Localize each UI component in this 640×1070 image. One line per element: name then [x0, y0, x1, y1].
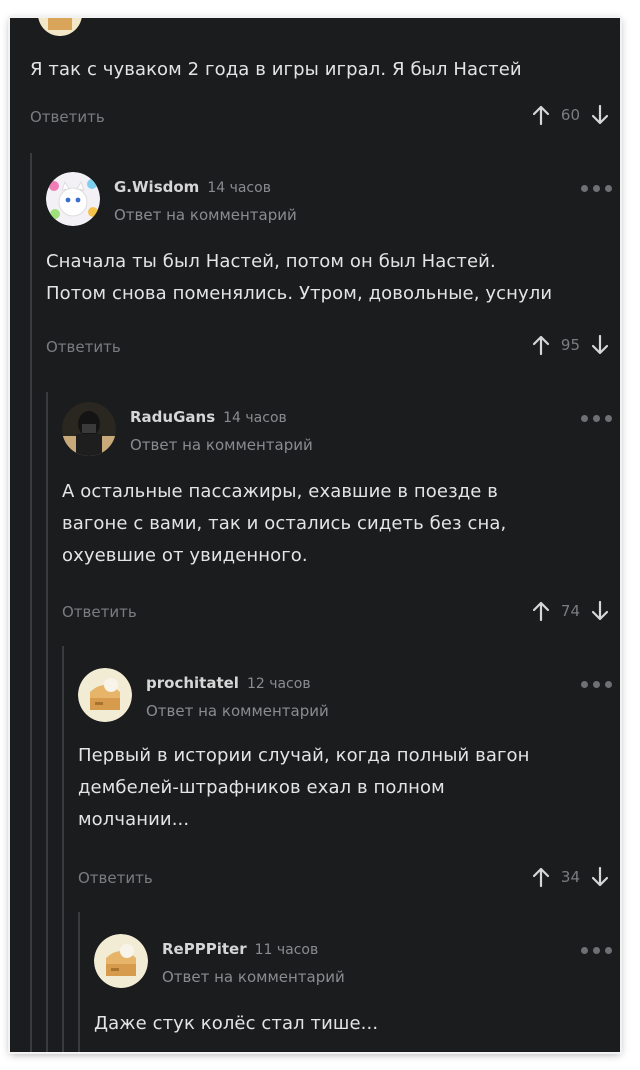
comment-text: Первый в истории случай, когда полный ва…	[78, 745, 530, 830]
vote-controls: 34	[529, 865, 612, 889]
comment-thread: Я так с чуваком 2 года в игры играл. Я б…	[10, 18, 620, 1052]
avatar[interactable]	[62, 402, 116, 456]
vote-count: 60	[560, 106, 580, 124]
reply-button[interactable]: Ответить	[30, 108, 105, 126]
downvote-icon[interactable]	[588, 865, 612, 889]
vote-controls: 95	[529, 333, 612, 357]
avatar[interactable]	[94, 934, 148, 988]
author-name[interactable]: RaduGans 14 часов	[130, 408, 287, 426]
author-name[interactable]: RePPPiter 11 часов	[162, 940, 318, 958]
upvote-icon[interactable]	[529, 103, 553, 127]
upvote-icon[interactable]	[529, 865, 553, 889]
more-options-icon[interactable]	[581, 415, 612, 422]
thread-line	[78, 912, 80, 1052]
more-options-icon[interactable]	[581, 185, 612, 192]
avatar[interactable]	[46, 172, 100, 226]
comment-text: Я так с чуваком 2 года в игры играл. Я б…	[30, 59, 522, 80]
vote-count: 34	[560, 868, 580, 886]
downvote-icon[interactable]	[588, 103, 612, 127]
reply-context[interactable]: Ответ на комментарий	[114, 206, 297, 224]
reply-button[interactable]: Ответить	[62, 603, 137, 621]
thread-line	[62, 646, 64, 1052]
thread-line	[30, 153, 32, 1052]
comment-time: 14 часов	[223, 410, 287, 426]
reply-context[interactable]: Ответ на комментарий	[130, 436, 313, 454]
author-name[interactable]: G.Wisdom 14 часов	[114, 178, 271, 196]
reply-button[interactable]: Ответить	[46, 338, 121, 356]
thread-line	[46, 392, 48, 1052]
more-options-icon[interactable]	[581, 947, 612, 954]
reply-context[interactable]: Ответ на комментарий	[162, 968, 345, 986]
vote-controls: 60	[529, 103, 612, 127]
vote-count: 74	[560, 602, 580, 620]
comment-time: 14 часов	[207, 180, 271, 196]
vote-count: 95	[560, 336, 580, 354]
author-name[interactable]: prochitatel 12 часов	[146, 674, 311, 692]
reply-button[interactable]: Ответить	[78, 869, 153, 887]
more-options-icon[interactable]	[581, 681, 612, 688]
downvote-icon[interactable]	[588, 333, 612, 357]
comment-time: 12 часов	[246, 676, 311, 692]
comment-text: А остальные пассажиры, ехавшие в поезде …	[62, 481, 507, 566]
comment-text: Сначала ты был Настей, потом он был Наст…	[46, 251, 553, 304]
upvote-icon[interactable]	[529, 333, 553, 357]
avatar[interactable]	[78, 668, 132, 722]
avatar[interactable]	[38, 18, 82, 36]
reply-context[interactable]: Ответ на комментарий	[146, 702, 329, 720]
comment-time: 11 часов	[254, 942, 319, 958]
comment-text: Даже стук колёс стал тише...	[94, 1013, 379, 1034]
vote-controls: 74	[529, 599, 612, 623]
downvote-icon[interactable]	[588, 599, 612, 623]
upvote-icon[interactable]	[529, 599, 553, 623]
